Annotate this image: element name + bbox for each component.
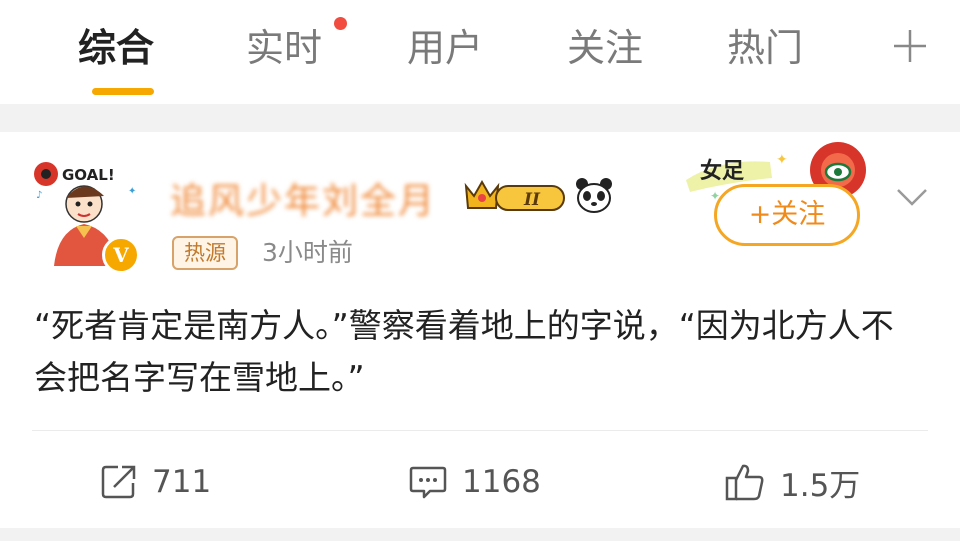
plus-icon[interactable] xyxy=(890,26,930,66)
svg-text:✦: ✦ xyxy=(776,152,788,168)
follow-button[interactable]: +关注 xyxy=(714,184,860,246)
tab-hot[interactable]: 热门 xyxy=(727,22,803,74)
tab-comprehensive[interactable]: 综合 xyxy=(78,22,154,74)
verified-v-badge: V xyxy=(102,236,140,274)
comment-icon xyxy=(409,466,447,499)
notification-dot xyxy=(334,17,347,30)
badge-level-text: II xyxy=(523,190,541,210)
source-tag: 热源 xyxy=(172,236,238,270)
comment-count: 1168 xyxy=(462,464,541,500)
tab-users[interactable]: 用户 xyxy=(407,22,483,74)
repost-icon xyxy=(101,465,136,499)
post-time: 3小时前 xyxy=(262,238,353,267)
post-username[interactable]: 追风少年刘全月 xyxy=(170,172,436,224)
panda-icon xyxy=(576,178,612,213)
thumbs-up-icon xyxy=(725,464,764,501)
search-tab-bar: 综合 实时 用户 关注 热门 xyxy=(0,0,960,104)
repost-button[interactable]: 711 xyxy=(100,454,211,510)
divider xyxy=(32,430,928,431)
like-count: 1.5万 xyxy=(780,467,861,504)
bottom-separator xyxy=(0,528,960,541)
post-content: “死者肯定是南方人。”警察看着地上的字说，“因为北方人不会把名字写在雪地上。” xyxy=(34,306,894,397)
chevron-down-icon[interactable] xyxy=(892,182,932,212)
svg-text:✦: ✦ xyxy=(128,186,136,197)
comment-button[interactable]: 1168 xyxy=(408,454,541,510)
deco-badge-text: 女足 xyxy=(700,158,744,184)
section-separator xyxy=(0,104,960,132)
crown-level-badge: II xyxy=(464,179,565,211)
like-button[interactable]: 1.5万 xyxy=(724,454,860,510)
active-tab-indicator xyxy=(92,88,154,95)
avatar-goal-text: GOAL! xyxy=(62,166,115,184)
weibo-post-card: GOAL! ♪ ✦ V 追风少年刘全月 II 热源 3小时前 女足 ✦ ✦ +关… xyxy=(0,132,960,541)
tab-following[interactable]: 关注 xyxy=(567,22,643,74)
repost-count: 711 xyxy=(152,464,212,500)
svg-text:♪: ♪ xyxy=(36,190,42,201)
tab-realtime[interactable]: 实时 xyxy=(246,22,322,74)
